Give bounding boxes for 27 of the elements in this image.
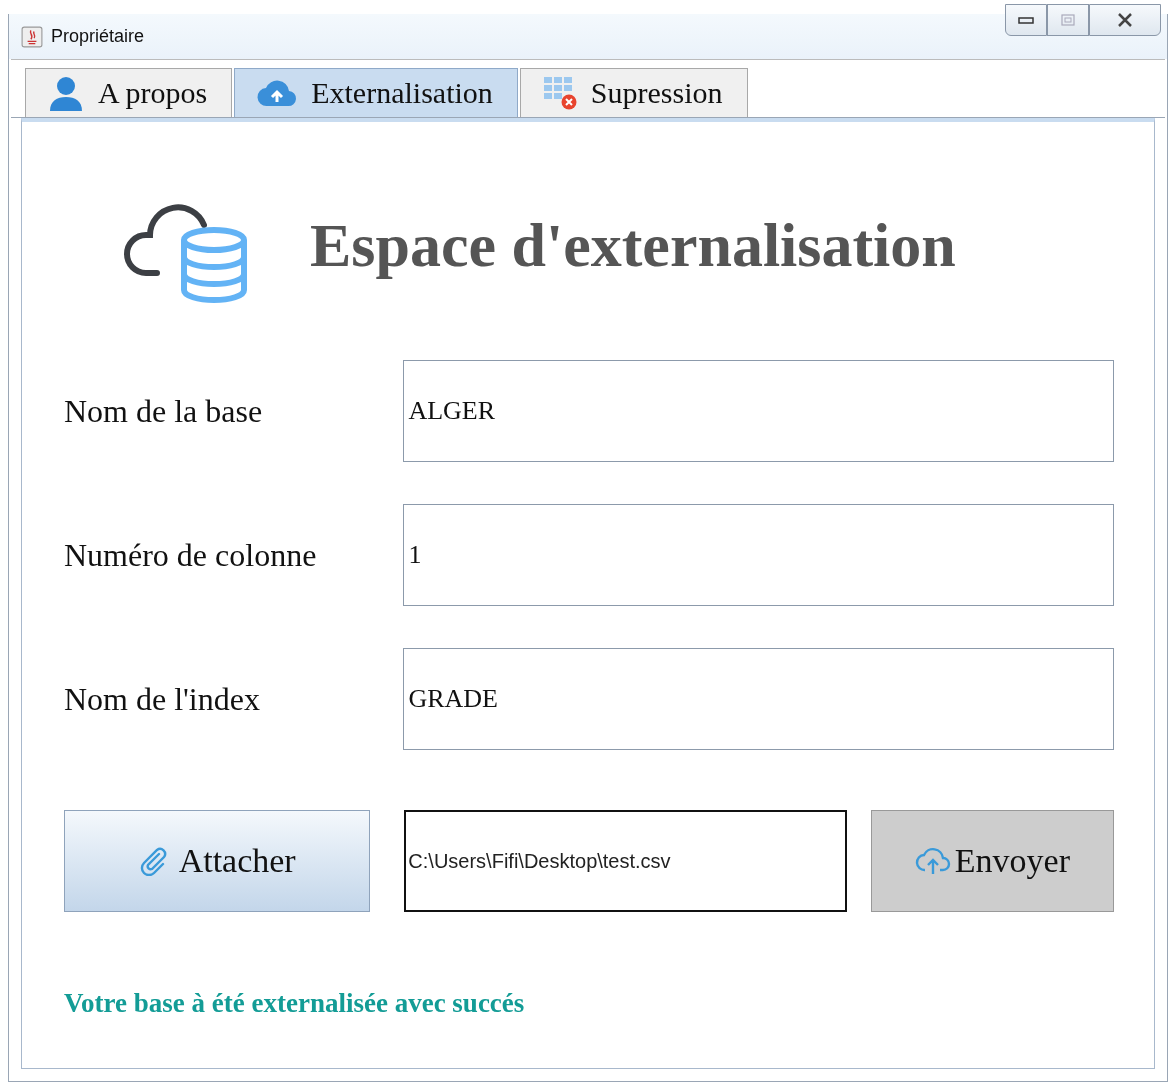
close-icon: [1116, 13, 1134, 27]
table-delete-icon: [542, 76, 577, 110]
success-message: Votre base à été externalisée avec succés: [64, 988, 526, 1019]
cloud-upload-icon: [914, 846, 951, 876]
tab[interactable]: Supression: [519, 68, 748, 117]
field-label: Numéro de colonne: [64, 536, 318, 574]
input-field[interactable]: 1: [403, 504, 1114, 606]
close-button[interactable]: [1089, 4, 1161, 36]
paperclip-icon: [138, 846, 169, 876]
attach-button[interactable]: Attacher: [64, 810, 371, 912]
person-icon: [48, 75, 84, 111]
field-label: Nom de la base: [64, 392, 264, 430]
tab[interactable]: A propos: [25, 68, 233, 117]
minimize-icon: [1018, 16, 1034, 24]
maximize-icon: [1061, 14, 1075, 26]
cloud-upload-icon: [257, 79, 298, 107]
field-label: Nom de l'index: [64, 680, 261, 718]
minimize-button[interactable]: [1005, 4, 1047, 36]
window-title: Propriétaire: [51, 26, 145, 47]
page-heading: Espace d'externalisation: [310, 209, 956, 281]
maximize-button[interactable]: [1047, 4, 1089, 36]
input-field[interactable]: GRADE: [403, 648, 1114, 750]
input-field[interactable]: ALGER: [403, 360, 1114, 462]
file-path-field[interactable]: C:\Users\Fifi\Desktop\test.csv: [404, 810, 847, 912]
send-button[interactable]: Envoyer: [870, 810, 1114, 912]
tab[interactable]: Externalisation: [234, 68, 518, 117]
app-icon: [21, 25, 43, 48]
